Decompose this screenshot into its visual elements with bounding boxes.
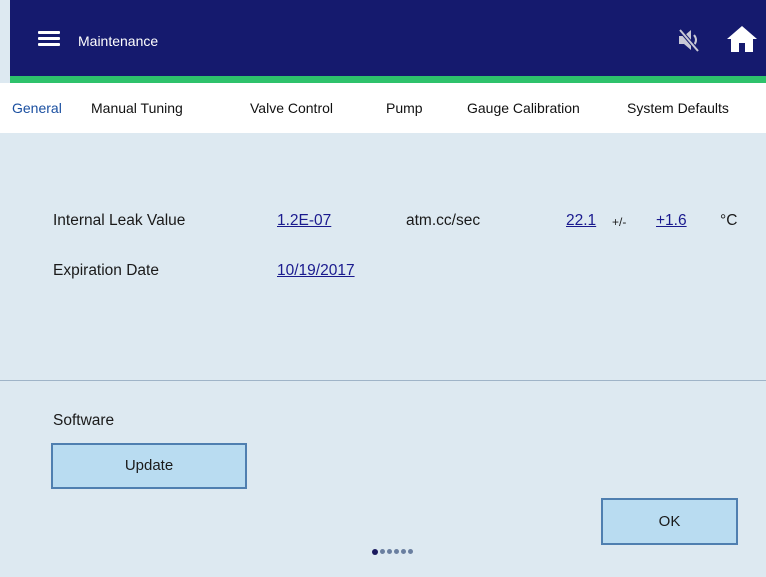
header-bar: Maintenance xyxy=(10,0,766,76)
leak-value-label: Internal Leak Value xyxy=(53,212,186,229)
ok-button[interactable]: OK xyxy=(601,498,738,545)
home-icon[interactable] xyxy=(726,24,758,54)
tab-valve-control[interactable]: Valve Control xyxy=(250,100,333,116)
tab-general[interactable]: General xyxy=(12,100,62,116)
page-dot xyxy=(372,548,378,555)
expiration-date-field[interactable]: 10/19/2017 xyxy=(277,262,355,280)
accent-bar xyxy=(10,76,766,83)
temperature-field[interactable]: 22.1 xyxy=(566,212,596,230)
tab-system-defaults[interactable]: System Defaults xyxy=(627,100,729,116)
expiration-date-label: Expiration Date xyxy=(53,262,159,279)
menu-icon[interactable] xyxy=(38,31,60,47)
leak-value-field[interactable]: 1.2E-07 xyxy=(277,212,331,230)
tab-manual-tuning[interactable]: Manual Tuning xyxy=(91,100,183,116)
tab-pump[interactable]: Pump xyxy=(386,100,423,116)
tab-bar: General Manual Tuning Valve Control Pump… xyxy=(0,83,766,133)
page-dot xyxy=(408,549,413,555)
page-title: Maintenance xyxy=(78,33,159,49)
page-dot xyxy=(394,549,399,555)
tolerance-field[interactable]: +1.6 xyxy=(656,212,687,230)
plus-minus-label: +/- xyxy=(612,215,627,229)
leak-unit: atm.cc/sec xyxy=(406,212,481,229)
page-dot xyxy=(387,549,392,555)
tab-gauge-calibration[interactable]: Gauge Calibration xyxy=(467,100,580,116)
software-label: Software xyxy=(53,412,115,429)
mute-icon[interactable] xyxy=(676,27,702,53)
temperature-unit: °C xyxy=(720,212,738,229)
page-dot xyxy=(401,549,406,555)
page-indicator xyxy=(372,543,415,555)
section-divider xyxy=(0,380,766,381)
update-button[interactable]: Update xyxy=(51,443,247,489)
page-dot xyxy=(380,549,385,555)
